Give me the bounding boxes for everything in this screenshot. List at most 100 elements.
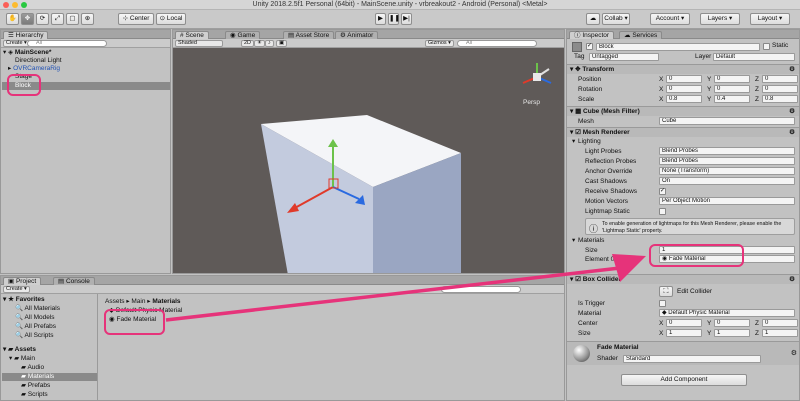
- motion-vectors-dropdown[interactable]: Per Object Motion: [659, 197, 795, 205]
- scene-viewport[interactable]: [173, 49, 565, 274]
- lighting-toggle-icon[interactable]: ☀: [254, 40, 265, 47]
- scene-orientation-gizmo[interactable]: [522, 63, 552, 84]
- position-z-field[interactable]: 0: [762, 75, 798, 83]
- audio-toggle-icon[interactable]: ♪: [265, 40, 274, 47]
- tab-project[interactable]: ▣ Project: [3, 277, 42, 285]
- step-button[interactable]: ▶|: [401, 13, 412, 25]
- collab-button[interactable]: Collab ▾: [602, 13, 630, 25]
- object-active-checkbox[interactable]: ✓: [586, 43, 593, 50]
- move-tool-icon[interactable]: ✥: [21, 13, 34, 25]
- add-component-button[interactable]: Add Component: [621, 374, 747, 386]
- mode-2d-toggle[interactable]: 2D: [241, 40, 255, 47]
- tag-dropdown[interactable]: Untagged: [589, 53, 659, 61]
- space-local-button[interactable]: ⊙ Local: [156, 13, 186, 25]
- lighting-foldout[interactable]: ▾ Lighting: [567, 137, 799, 146]
- favorites-header[interactable]: ▾ ★ Favorites: [3, 296, 45, 304]
- component-settings-gear-icon[interactable]: ⚙: [789, 107, 795, 117]
- mesh-field[interactable]: Cube: [659, 117, 795, 125]
- gizmos-dropdown[interactable]: Gizmos ▾: [425, 40, 454, 47]
- scale-y-field[interactable]: 0.4: [714, 95, 750, 103]
- project-search-input[interactable]: [441, 286, 521, 293]
- box-collider-header[interactable]: ▾ ☑ Box Collider ⚙: [567, 274, 799, 284]
- size-x-field[interactable]: 1: [666, 329, 702, 337]
- pause-button[interactable]: ❚❚: [388, 13, 400, 25]
- component-settings-gear-icon[interactable]: ⚙: [789, 275, 795, 285]
- lightmap-static-checkbox[interactable]: [659, 208, 666, 215]
- tab-services[interactable]: ☁ Services: [619, 31, 663, 39]
- rect-tool-icon[interactable]: ▢: [66, 13, 79, 25]
- effects-toggle-icon[interactable]: ▣: [276, 40, 288, 47]
- position-x-field[interactable]: 0: [666, 75, 702, 83]
- cloud-icon[interactable]: ☁: [586, 13, 600, 25]
- center-y-field[interactable]: 0: [714, 319, 750, 327]
- hierarchy-scene-row[interactable]: ▾ ◈ MainScene*: [3, 49, 170, 57]
- position-y-field[interactable]: 0: [714, 75, 750, 83]
- favorite-item[interactable]: 🔍 All Materials: [15, 305, 60, 313]
- assets-header[interactable]: ▾ ▰ Assets: [3, 346, 36, 354]
- project-create-button[interactable]: Create ▾: [3, 286, 30, 293]
- anchor-override-field[interactable]: None (Transform): [659, 167, 795, 175]
- component-settings-gear-icon[interactable]: ⚙: [789, 65, 795, 75]
- transform-tool-icon[interactable]: ⊕: [81, 13, 94, 25]
- box-collider-checkbox-icon[interactable]: ☑: [575, 276, 581, 283]
- tab-asset-store[interactable]: ▤ Asset Store: [283, 31, 335, 39]
- favorite-item[interactable]: 🔍 All Models: [15, 314, 55, 322]
- static-checkbox[interactable]: [763, 43, 770, 50]
- size-z-field[interactable]: 1: [762, 329, 798, 337]
- tab-game[interactable]: ◉ Game: [225, 31, 261, 39]
- receive-shadows-checkbox[interactable]: ✓: [659, 188, 666, 195]
- asset-folder-item[interactable]: ▾ ▰ Main: [9, 355, 35, 363]
- object-name-input[interactable]: Block: [596, 43, 760, 51]
- account-dropdown[interactable]: Account ▾: [650, 13, 690, 25]
- center-z-field[interactable]: 0: [762, 319, 798, 327]
- collider-material-field[interactable]: ◆ Default Physic Material: [659, 309, 795, 317]
- asset-folder-item-selected[interactable]: ▰ Materials: [2, 373, 97, 381]
- tab-inspector[interactable]: ⓘ Inspector: [569, 31, 615, 39]
- scene-search-input[interactable]: All: [457, 40, 537, 47]
- transform-header[interactable]: ▾ ✥ Transform ⚙: [567, 64, 799, 74]
- persp-label[interactable]: Persp: [523, 99, 540, 106]
- component-settings-gear-icon[interactable]: ⚙: [791, 349, 797, 357]
- center-x-field[interactable]: 0: [666, 319, 702, 327]
- asset-folder-item[interactable]: ▰ Scripts: [21, 391, 48, 399]
- tab-animator[interactable]: ⚙ Animator: [335, 31, 379, 39]
- favorite-item[interactable]: 🔍 All Prefabs: [15, 323, 56, 331]
- scale-x-field[interactable]: 0.8: [666, 95, 702, 103]
- pivot-center-button[interactable]: ⊹ Center: [118, 13, 154, 25]
- layer-dropdown[interactable]: Default: [713, 53, 795, 61]
- breadcrumb-item[interactable]: Main: [131, 298, 145, 305]
- hand-tool-icon[interactable]: ✋: [6, 13, 19, 25]
- layout-dropdown[interactable]: Layout ▾: [750, 13, 790, 25]
- mesh-renderer-header[interactable]: ▾ ☑ Mesh Renderer ⚙: [567, 127, 799, 137]
- is-trigger-checkbox[interactable]: [659, 300, 666, 307]
- tab-console[interactable]: ▤ Console: [53, 277, 95, 285]
- hierarchy-search-input[interactable]: All: [27, 40, 107, 47]
- play-button[interactable]: ▶: [375, 13, 386, 25]
- layers-dropdown[interactable]: Layers ▾: [700, 13, 740, 25]
- tab-hierarchy[interactable]: ☰ Hierarchy: [3, 31, 49, 39]
- mesh-renderer-checkbox-icon[interactable]: ☑: [575, 129, 581, 136]
- asset-folder-item[interactable]: ▰ Prefabs: [21, 382, 50, 390]
- shader-dropdown[interactable]: Standard: [623, 355, 761, 363]
- breadcrumb-item[interactable]: Assets: [105, 298, 125, 305]
- shading-mode-dropdown[interactable]: Shaded: [175, 40, 223, 47]
- hierarchy-item[interactable]: Directional Light: [15, 57, 62, 65]
- light-probes-dropdown[interactable]: Blend Probes: [659, 147, 795, 155]
- breadcrumb-item-current[interactable]: Materials: [152, 298, 180, 305]
- scale-tool-icon[interactable]: ⤢: [51, 13, 64, 25]
- hierarchy-item[interactable]: ▸ OVRCameraRig: [8, 65, 60, 73]
- reflection-probes-dropdown[interactable]: Blend Probes: [659, 157, 795, 165]
- size-y-field[interactable]: 1: [714, 329, 750, 337]
- favorite-item[interactable]: 🔍 All Scripts: [15, 332, 53, 340]
- rotate-tool-icon[interactable]: ⟳: [36, 13, 49, 25]
- mesh-filter-header[interactable]: ▾ ▦ Cube (Mesh Filter) ⚙: [567, 106, 799, 116]
- hierarchy-create-button[interactable]: Create ▾: [3, 40, 30, 47]
- rotation-y-field[interactable]: 0: [714, 85, 750, 93]
- asset-folder-item[interactable]: ▰ Audio: [21, 364, 44, 372]
- scale-z-field[interactable]: 0.8: [762, 95, 798, 103]
- tab-scene[interactable]: # Scene: [175, 31, 209, 39]
- rotation-z-field[interactable]: 0: [762, 85, 798, 93]
- cast-shadows-dropdown[interactable]: On: [659, 177, 795, 185]
- rotation-x-field[interactable]: 0: [666, 85, 702, 93]
- edit-collider-button[interactable]: ⛶: [659, 286, 673, 297]
